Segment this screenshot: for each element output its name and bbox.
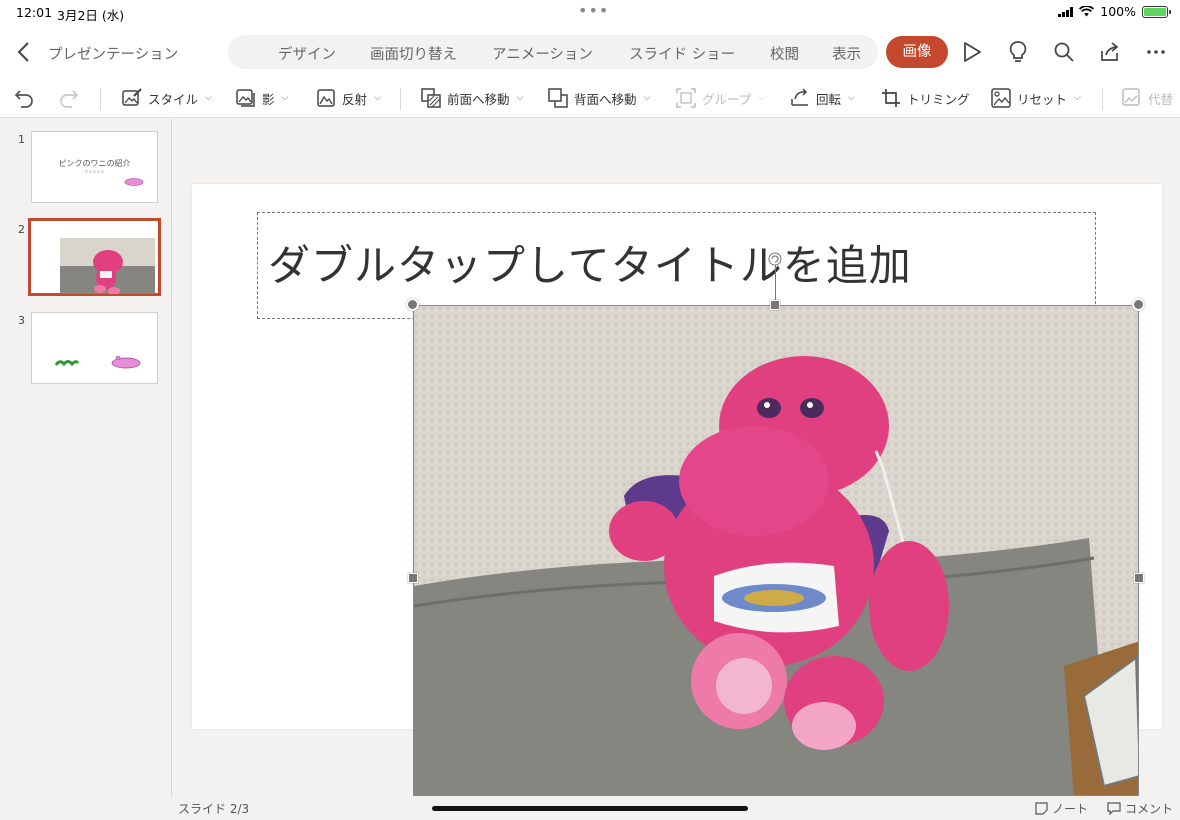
reflection-label: 反射: [342, 91, 368, 107]
bring-forward-label: 前面へ移動: [447, 91, 510, 107]
send-backward-button[interactable]: 背面へ移動 ⌵: [547, 84, 650, 112]
share-icon[interactable]: [1097, 39, 1123, 65]
comments-label: コメント: [1125, 802, 1174, 816]
notes-button[interactable]: ノート: [1035, 800, 1088, 817]
alt-text-icon: [1122, 88, 1140, 106]
rotate-handle-icon[interactable]: [768, 252, 782, 266]
crop-button[interactable]: トリミング: [880, 84, 970, 112]
status-date: 3月2日 (水): [57, 8, 125, 23]
selected-picture[interactable]: [413, 305, 1139, 796]
slide-thumbnail-2-selected[interactable]: [28, 218, 161, 296]
notes-icon: [1035, 802, 1048, 815]
lightbulb-icon[interactable]: [1005, 39, 1031, 65]
undo-icon[interactable]: [12, 86, 36, 110]
resize-handle-right[interactable]: [1134, 573, 1144, 583]
chevron-down-icon: ⌵: [758, 93, 766, 103]
tab-picture-active[interactable]: 画像: [886, 36, 948, 68]
shadow-label: 影: [262, 91, 275, 107]
document-title[interactable]: プレゼンテーション: [48, 43, 178, 64]
rotation-handle-stem: [775, 260, 776, 305]
send-backward-icon: [548, 88, 568, 108]
ribbon-divider: [400, 88, 401, 110]
notes-label: ノート: [1052, 802, 1089, 816]
picture-reflection-icon: [317, 89, 335, 107]
picture-style-icon: [122, 88, 142, 106]
style-button[interactable]: スタイル ⌵: [121, 84, 212, 112]
tab-design[interactable]: デザイン: [278, 43, 336, 64]
rotate-button[interactable]: 回転 ⌵: [789, 84, 855, 112]
green-crocodile-graphic: [54, 360, 80, 367]
more-icon[interactable]: [1143, 39, 1169, 65]
crop-label: トリミング: [907, 91, 970, 107]
redo-icon[interactable]: [57, 86, 81, 110]
search-icon[interactable]: [1051, 39, 1077, 65]
picture-ribbon: スタイル ⌵ 影 ⌵ 反射 ⌵ 前面へ移動 ⌵ 背面へ移動 ⌵ グループ ⌵ 回転 ⌵ トリミ…: [0, 78, 1180, 118]
style-label: スタイル: [148, 91, 199, 107]
reset-button[interactable]: リセット ⌵: [990, 84, 1081, 112]
home-indicator[interactable]: [432, 806, 748, 811]
tab-animations[interactable]: アニメーション: [492, 43, 593, 64]
thumbnail-plush-photo: [60, 238, 155, 294]
ribbon-divider: [100, 88, 101, 110]
back-chevron-icon[interactable]: [14, 40, 36, 64]
status-footer: スライド 2/3 ノート コメント: [0, 796, 1180, 820]
rotate-icon: [791, 88, 808, 106]
resize-handle-top-left[interactable]: [406, 298, 419, 311]
chevron-down-icon: ⌵: [281, 93, 289, 103]
thumbnail-title: ピンクのワニの紹介: [58, 159, 131, 168]
chevron-down-icon: ⌵: [516, 93, 524, 103]
tab-review[interactable]: 校閲: [770, 43, 799, 64]
tab-slideshow[interactable]: スライド ショー: [629, 43, 735, 64]
crop-icon: [882, 89, 900, 107]
slide-counter: スライド 2/3: [178, 802, 250, 816]
thumbnail-number: 3: [18, 314, 25, 327]
bring-forward-icon: [421, 88, 441, 108]
send-backward-label: 背面へ移動: [574, 91, 637, 107]
chevron-down-icon: ⌵: [205, 93, 212, 103]
pink-crocodile-graphic: [124, 178, 144, 186]
tab-transitions[interactable]: 画面切り替え: [370, 43, 457, 64]
shadow-button[interactable]: 影 ⌵: [235, 84, 288, 112]
slide-thumbnail-3[interactable]: [31, 312, 158, 384]
resize-handle-left[interactable]: [408, 573, 418, 583]
resize-handle-top[interactable]: [770, 300, 780, 310]
alt-text-button[interactable]: 代替: [1121, 84, 1173, 112]
app-header: プレゼンテーション デザイン 画面切り替え アニメーション スライド ショー 校…: [0, 26, 1180, 78]
comment-icon: [1107, 802, 1121, 815]
reflection-button[interactable]: 反射 ⌵: [315, 84, 381, 112]
battery-icon: [1142, 5, 1171, 18]
thumbnail-number: 1: [18, 133, 25, 146]
thumbnail-subtitle: ＸＸＸＸＸ: [84, 169, 105, 174]
resize-handle-top-right[interactable]: [1132, 298, 1145, 311]
battery-percent: 100%: [1100, 4, 1136, 19]
comments-button[interactable]: コメント: [1107, 800, 1173, 817]
alt-text-label: 代替: [1148, 91, 1174, 107]
slide-thumbnail-1[interactable]: ピンクのワニの紹介 ＸＸＸＸＸ: [31, 131, 158, 203]
cellular-signal-icon: [1058, 6, 1074, 17]
slide-thumbnail-pane: 1 ピンクのワニの紹介 ＸＸＸＸＸ 2 3: [0, 119, 172, 820]
bring-forward-button[interactable]: 前面へ移動 ⌵: [420, 84, 523, 112]
tab-view[interactable]: 表示: [832, 43, 861, 64]
title-placeholder-text[interactable]: ダブルタップしてタイトルを追加: [268, 232, 912, 293]
status-time: 12:01: [16, 5, 53, 20]
chevron-down-icon: ⌵: [848, 93, 855, 103]
group-label: グループ: [702, 91, 752, 107]
reset-label: リセット: [1017, 91, 1068, 107]
ribbon-divider: [1102, 88, 1103, 110]
pink-plush-crocodile-photo: [414, 306, 1138, 795]
chevron-down-icon: ⌵: [374, 93, 381, 103]
chevron-down-icon: ⌵: [1074, 93, 1081, 103]
group-icon: [676, 88, 696, 108]
rotate-label: 回転: [816, 91, 842, 107]
chevron-down-icon: ⌵: [643, 93, 651, 103]
play-icon[interactable]: [959, 39, 985, 65]
wifi-icon: [1079, 6, 1095, 17]
picture-shadow-icon: [236, 89, 255, 107]
group-button[interactable]: グループ ⌵: [675, 84, 765, 112]
thumbnail-number: 2: [18, 223, 25, 236]
pink-crocodile-graphic: [111, 355, 141, 369]
status-bar: 12:01 3月2日 (水) ••• 100%: [0, 0, 1180, 26]
reset-picture-icon: [991, 88, 1011, 108]
multitasking-dots-icon[interactable]: •••: [578, 1, 609, 20]
